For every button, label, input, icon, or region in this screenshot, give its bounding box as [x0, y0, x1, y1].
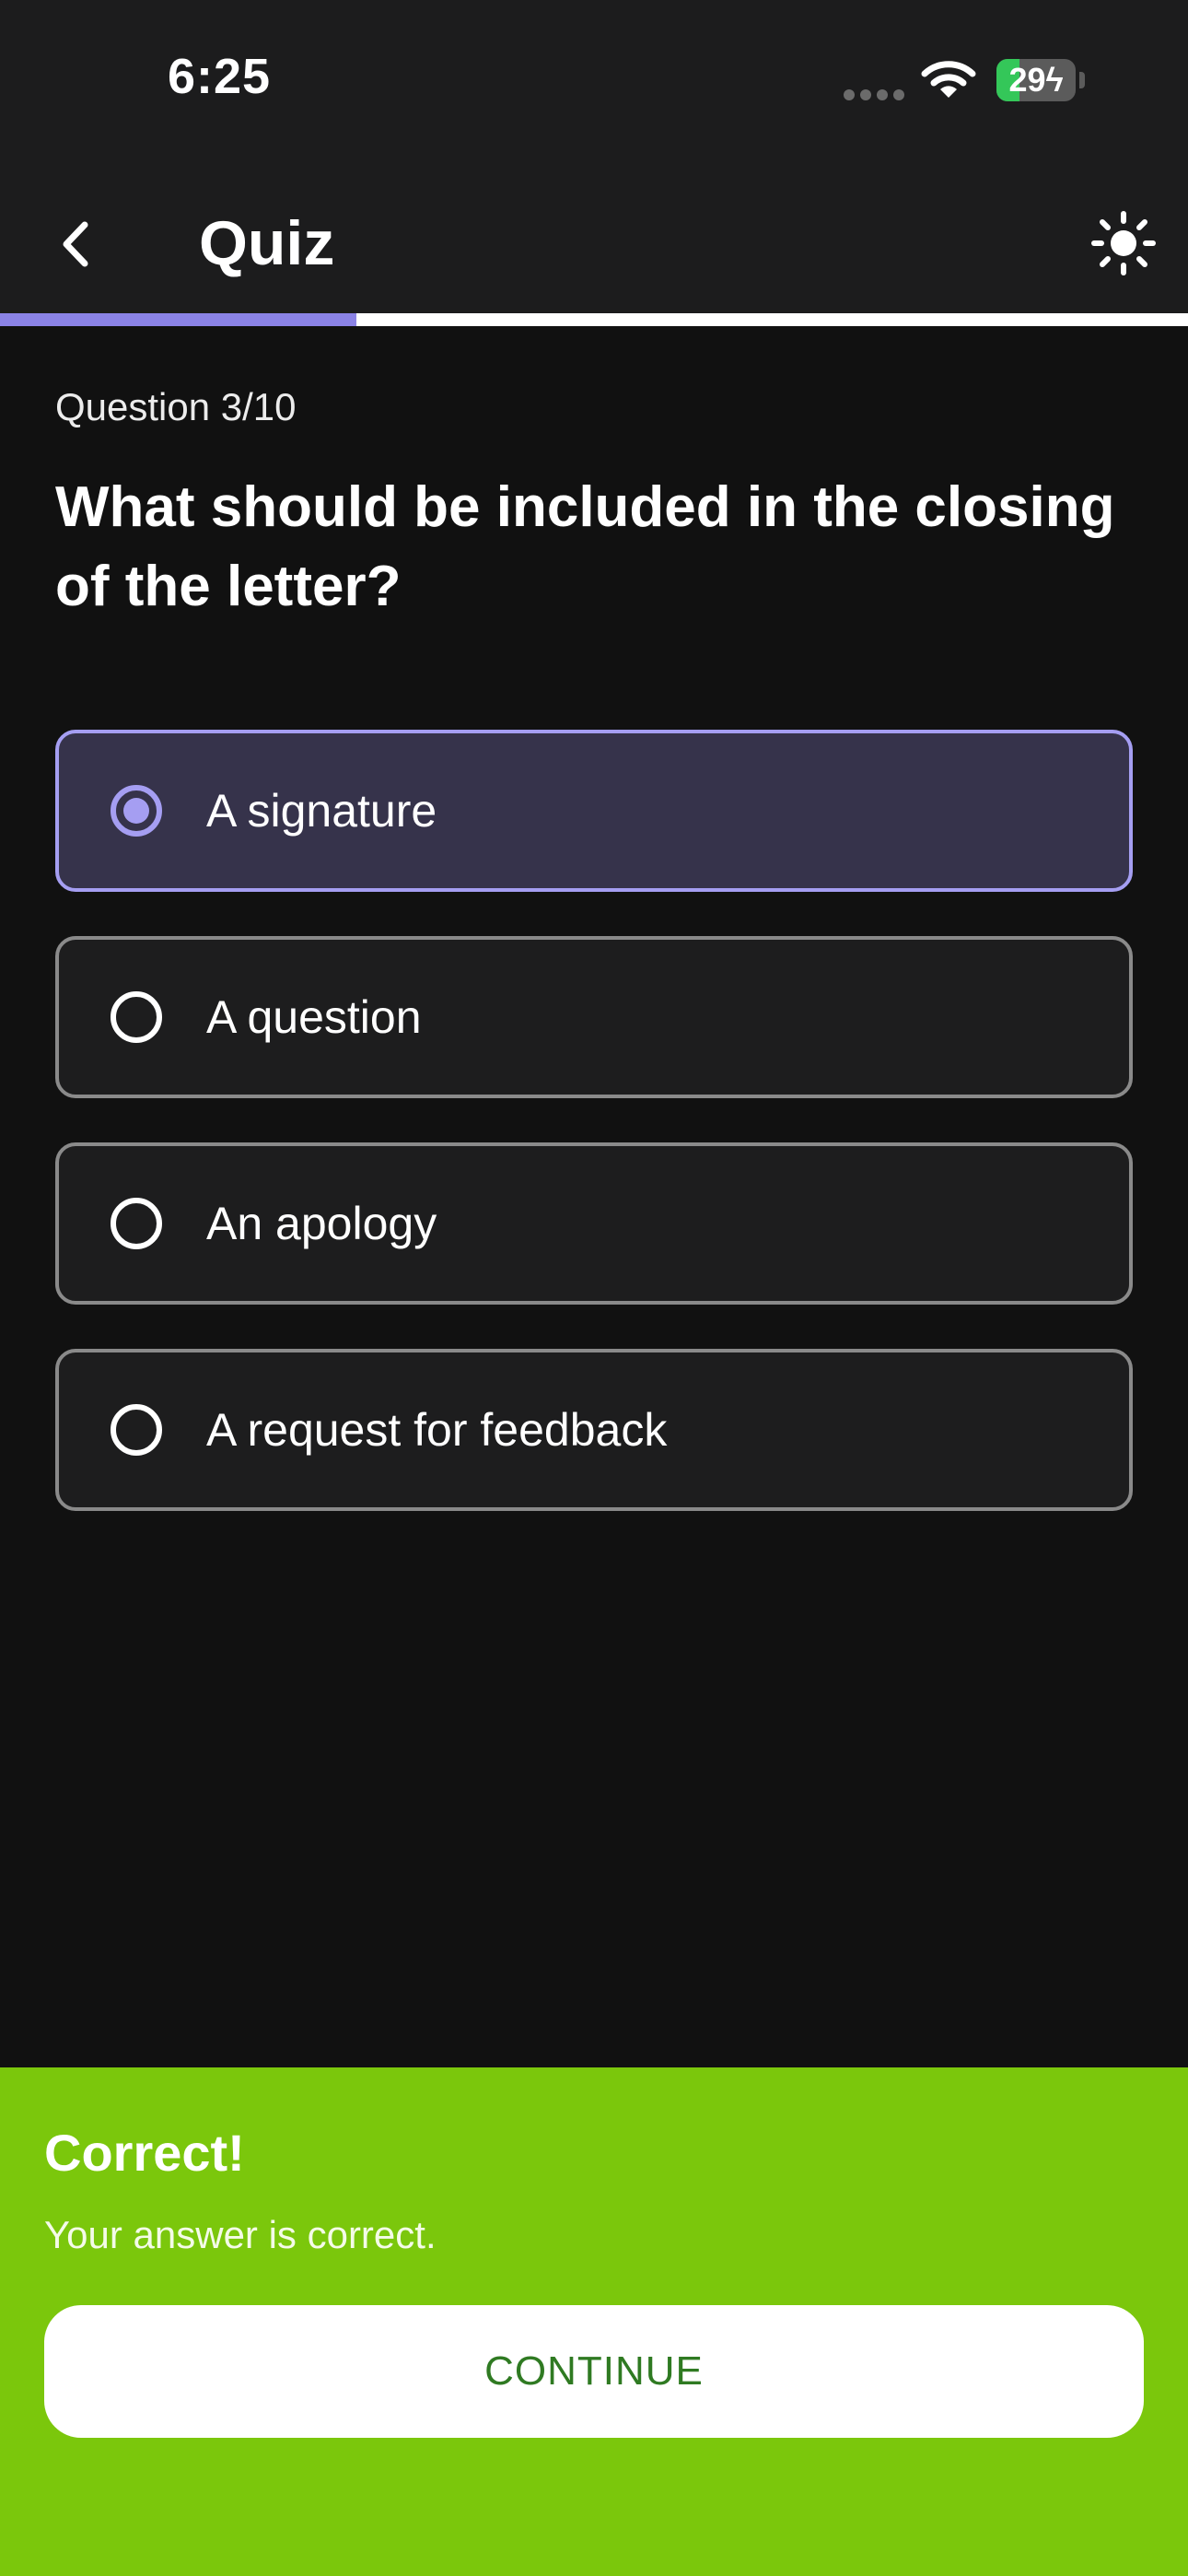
answer-option[interactable]: A signature: [55, 730, 1133, 892]
answer-option-label: A request for feedback: [206, 1404, 668, 1456]
status-bar: 6:25 29ϟ: [0, 0, 1188, 166]
question-counter: Question 3/10: [55, 385, 297, 428]
answer-option-label: An apology: [206, 1198, 437, 1249]
feedback-message: Your answer is correct.: [44, 2213, 437, 2256]
status-time: 6:25: [168, 49, 272, 104]
sun-icon: [1091, 211, 1156, 275]
feedback-title: Correct!: [44, 2124, 245, 2182]
answer-option[interactable]: A request for feedback: [55, 1349, 1133, 1511]
battery-indicator: 29ϟ: [996, 59, 1076, 101]
page-title: Quiz: [199, 208, 335, 278]
continue-button[interactable]: CONTINUE: [44, 2305, 1144, 2438]
quiz-progress-bar: [0, 313, 1188, 326]
radio-button[interactable]: [111, 991, 162, 1043]
wifi-icon: [921, 59, 976, 106]
chevron-left-icon: [63, 221, 88, 267]
app-bar: Quiz: [0, 166, 1188, 313]
radio-button[interactable]: [111, 785, 162, 837]
status-icons: 29ϟ: [801, 0, 1188, 166]
answer-option-label: A signature: [206, 785, 437, 837]
radio-selected-dot: [123, 798, 149, 824]
radio-button[interactable]: [111, 1404, 162, 1456]
back-button[interactable]: [37, 203, 120, 286]
battery-level: 29: [1008, 61, 1046, 99]
theme-toggle-button[interactable]: [1077, 197, 1170, 289]
cellular-signal-icon: [844, 88, 910, 105]
charging-bolt-icon: ϟ: [1045, 61, 1064, 99]
answer-option[interactable]: An apology: [55, 1142, 1133, 1305]
quiz-progress-fill: [0, 313, 356, 326]
answer-option[interactable]: A question: [55, 936, 1133, 1098]
answer-option-label: A question: [206, 991, 422, 1043]
question-text: What should be included in the closing o…: [55, 475, 1115, 618]
radio-button[interactable]: [111, 1198, 162, 1249]
feedback-panel: Correct! Your answer is correct. CONTINU…: [0, 2067, 1188, 2576]
answer-options: A signature A question An apology A requ…: [55, 730, 1133, 1555]
battery-nub: [1079, 72, 1085, 88]
